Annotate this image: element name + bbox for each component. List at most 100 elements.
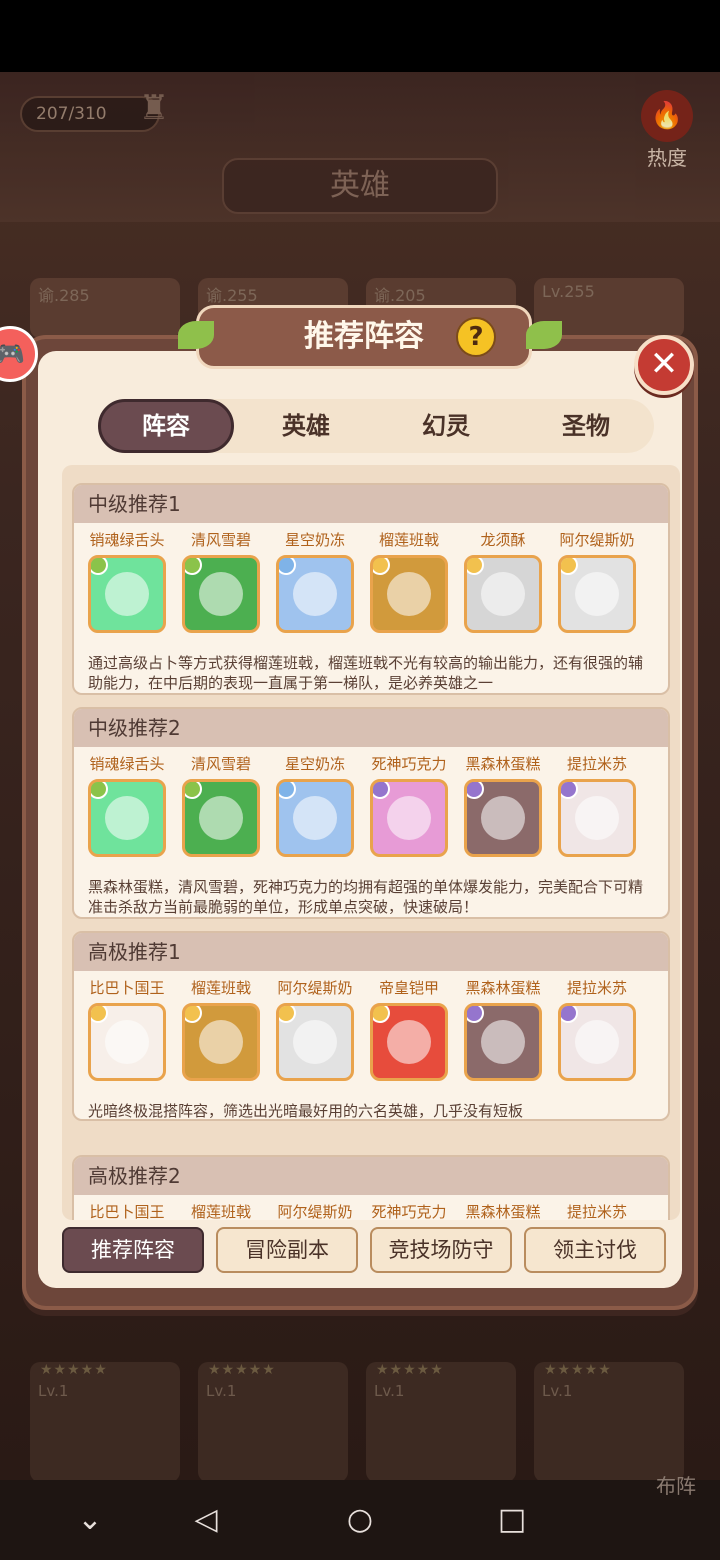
hero-name: 帝皇铠甲 (378, 979, 439, 997)
hero-name: 提拉米苏 (566, 755, 627, 773)
hero-portrait[interactable] (370, 779, 448, 857)
hero-name: 阿尔缇斯奶 (559, 531, 635, 549)
hero-name: 榴莲班戟 (378, 531, 439, 549)
hero-face-icon (105, 1020, 149, 1064)
hero-card[interactable]: 黑森林蛋糕 (460, 977, 546, 1081)
heat-button[interactable]: 🔥 热度 (634, 90, 700, 170)
element-badge-icon (91, 558, 108, 575)
lineup-description: 黑森林蛋糕，清风雪碧，死神巧克力的均拥有超强的单体爆发能力，完美配合下可精准击杀… (88, 878, 644, 916)
hero-portrait[interactable] (182, 779, 260, 857)
hero-face-icon (105, 572, 149, 616)
castle-icon[interactable]: ♜ (130, 84, 178, 132)
hero-portrait[interactable] (88, 779, 166, 857)
hero-portrait[interactable] (276, 555, 354, 633)
hero-portrait[interactable] (182, 555, 260, 633)
hero-portrait[interactable] (464, 1003, 542, 1081)
hero-card[interactable]: 清风雪碧 (178, 529, 264, 633)
hero-card[interactable]: 龙须酥 (460, 529, 546, 633)
tab-relics[interactable]: 圣物 (518, 399, 654, 453)
hero-name: 星空奶冻 (284, 755, 345, 773)
hero-name: 销魂绿舌头 (89, 755, 165, 773)
hero-portrait[interactable] (276, 779, 354, 857)
recent-apps-icon[interactable]: □ (492, 1500, 532, 1540)
tab-lineup[interactable]: 阵容 (98, 399, 234, 453)
chevron-down-icon[interactable]: ⌄ (70, 1500, 110, 1540)
formation-label[interactable]: 布阵 (656, 1470, 696, 1499)
tab-adventure-dungeon[interactable]: 冒险副本 (216, 1227, 358, 1273)
recommended-lineup-dialog: 推荐阵容 ? ✕ 阵容 英雄 幻灵 圣物 中级推荐1 销魂绿舌头 清风雪碧 星空奶冻榴… (22, 305, 698, 1310)
hero-card[interactable]: 死神巧克力 (366, 1201, 452, 1220)
hero-portrait[interactable] (464, 555, 542, 633)
hero-face-icon (575, 572, 619, 616)
back-icon[interactable]: ◁ (186, 1500, 226, 1540)
hero-card[interactable]: 提拉米苏 (554, 977, 640, 1081)
lineup-list[interactable]: 中级推荐1 销魂绿舌头 清风雪碧 星空奶冻 榴莲班戟 龙须酥 阿尔缇斯奶 通过高级占卜等方式获… (62, 465, 680, 1220)
hero-card[interactable]: 死神巧克力 (366, 753, 452, 857)
element-badge-icon (91, 782, 108, 799)
hero-card[interactable]: 帝皇铠甲 (366, 977, 452, 1081)
hero-card[interactable]: 清风雪碧 (178, 753, 264, 857)
hero-portrait[interactable] (464, 779, 542, 857)
star-rating-icon: ★★★★★ (40, 1362, 108, 1378)
element-badge-icon (467, 782, 484, 799)
home-icon[interactable]: ○ (340, 1500, 380, 1540)
hero-name: 死神巧克力 (371, 1203, 447, 1220)
hero-portrait[interactable] (370, 555, 448, 633)
tab-arena-defense[interactable]: 竞技场防守 (370, 1227, 512, 1273)
hero-card[interactable]: 黑森林蛋糕 (460, 1201, 546, 1220)
hero-card[interactable]: 阿尔缇斯奶 (554, 529, 640, 633)
tab-heroes[interactable]: 英雄 (238, 399, 374, 453)
hero-face-icon (387, 1020, 431, 1064)
hero-card[interactable]: 比巴卜国王 (84, 1201, 170, 1220)
hero-card[interactable]: 榴莲班戟 (178, 1201, 264, 1220)
hero-portrait[interactable] (558, 555, 636, 633)
hero-face-icon (199, 796, 243, 840)
hero-portrait[interactable] (370, 1003, 448, 1081)
hero-face-icon (293, 1020, 337, 1064)
element-badge-icon (561, 1006, 578, 1023)
lineup-description: 光暗终极混搭阵容，筛选出光暗最好用的六名英雄，几乎没有短板 (88, 1102, 524, 1120)
lineup-panel: 高极推荐1 比巴卜国王 榴莲班戟 阿尔缇斯奶 帝皇铠甲 黑森林蛋糕 提拉米苏 光暗终极混搭阵容… (72, 931, 670, 1121)
hero-portrait[interactable] (276, 1003, 354, 1081)
leaf-decoration-icon (178, 321, 214, 349)
hero-card[interactable]: 黑森林蛋糕 (460, 753, 546, 857)
lineup-title: 中级推荐2 (74, 709, 668, 747)
bg-card-level: ★★★★★ Lv.1 (534, 1362, 684, 1480)
close-button[interactable]: ✕ (634, 335, 694, 395)
lineup-filter-tabs: 推荐阵容 冒险副本 竞技场防守 领主讨伐 (62, 1227, 680, 1275)
element-badge-icon (373, 782, 390, 799)
tab-recommended-lineup[interactable]: 推荐阵容 (62, 1227, 204, 1273)
hero-face-icon (293, 796, 337, 840)
hero-portrait[interactable] (558, 779, 636, 857)
hero-card[interactable]: 比巴卜国王 (84, 977, 170, 1081)
screen-title: 英雄 (222, 158, 498, 214)
fire-icon: 🔥 (641, 90, 693, 142)
hero-card[interactable]: 星空奶冻 (272, 529, 358, 633)
element-badge-icon (185, 1006, 202, 1023)
hero-face-icon (481, 796, 525, 840)
hero-card[interactable]: 提拉米苏 (554, 1201, 640, 1220)
lineup-title: 高极推荐2 (74, 1157, 668, 1195)
hero-face-icon (481, 1020, 525, 1064)
hero-portrait[interactable] (88, 1003, 166, 1081)
hero-card[interactable]: 星空奶冻 (272, 753, 358, 857)
hero-card[interactable]: 阿尔缇斯奶 (272, 1201, 358, 1220)
lineup-panel: 中级推荐1 销魂绿舌头 清风雪碧 星空奶冻 榴莲班戟 龙须酥 阿尔缇斯奶 通过高级占卜等方式获… (72, 483, 670, 695)
hero-portrait[interactable] (88, 555, 166, 633)
hero-card[interactable]: 提拉米苏 (554, 753, 640, 857)
help-icon[interactable]: ? (456, 317, 496, 357)
hero-name: 比巴卜国王 (89, 979, 165, 997)
hero-card[interactable]: 销魂绿舌头 (84, 753, 170, 857)
tab-spirits[interactable]: 幻灵 (378, 399, 514, 453)
element-badge-icon (185, 558, 202, 575)
hero-portrait[interactable] (182, 1003, 260, 1081)
element-badge-icon (185, 782, 202, 799)
background-hero-cards-bottom: ★★★★★ Lv.1 ★★★★★ Lv.1 ★★★★★ Lv.1 ★★★★★ Lv.1 (30, 1362, 690, 1480)
hero-card[interactable]: 阿尔缇斯奶 (272, 977, 358, 1081)
hero-card[interactable]: 榴莲班戟 (366, 529, 452, 633)
hero-card[interactable]: 榴莲班戟 (178, 977, 264, 1081)
tab-lord-crusade[interactable]: 领主讨伐 (524, 1227, 666, 1273)
hero-card[interactable]: 销魂绿舌头 (84, 529, 170, 633)
hero-portrait[interactable] (558, 1003, 636, 1081)
hero-face-icon (387, 572, 431, 616)
